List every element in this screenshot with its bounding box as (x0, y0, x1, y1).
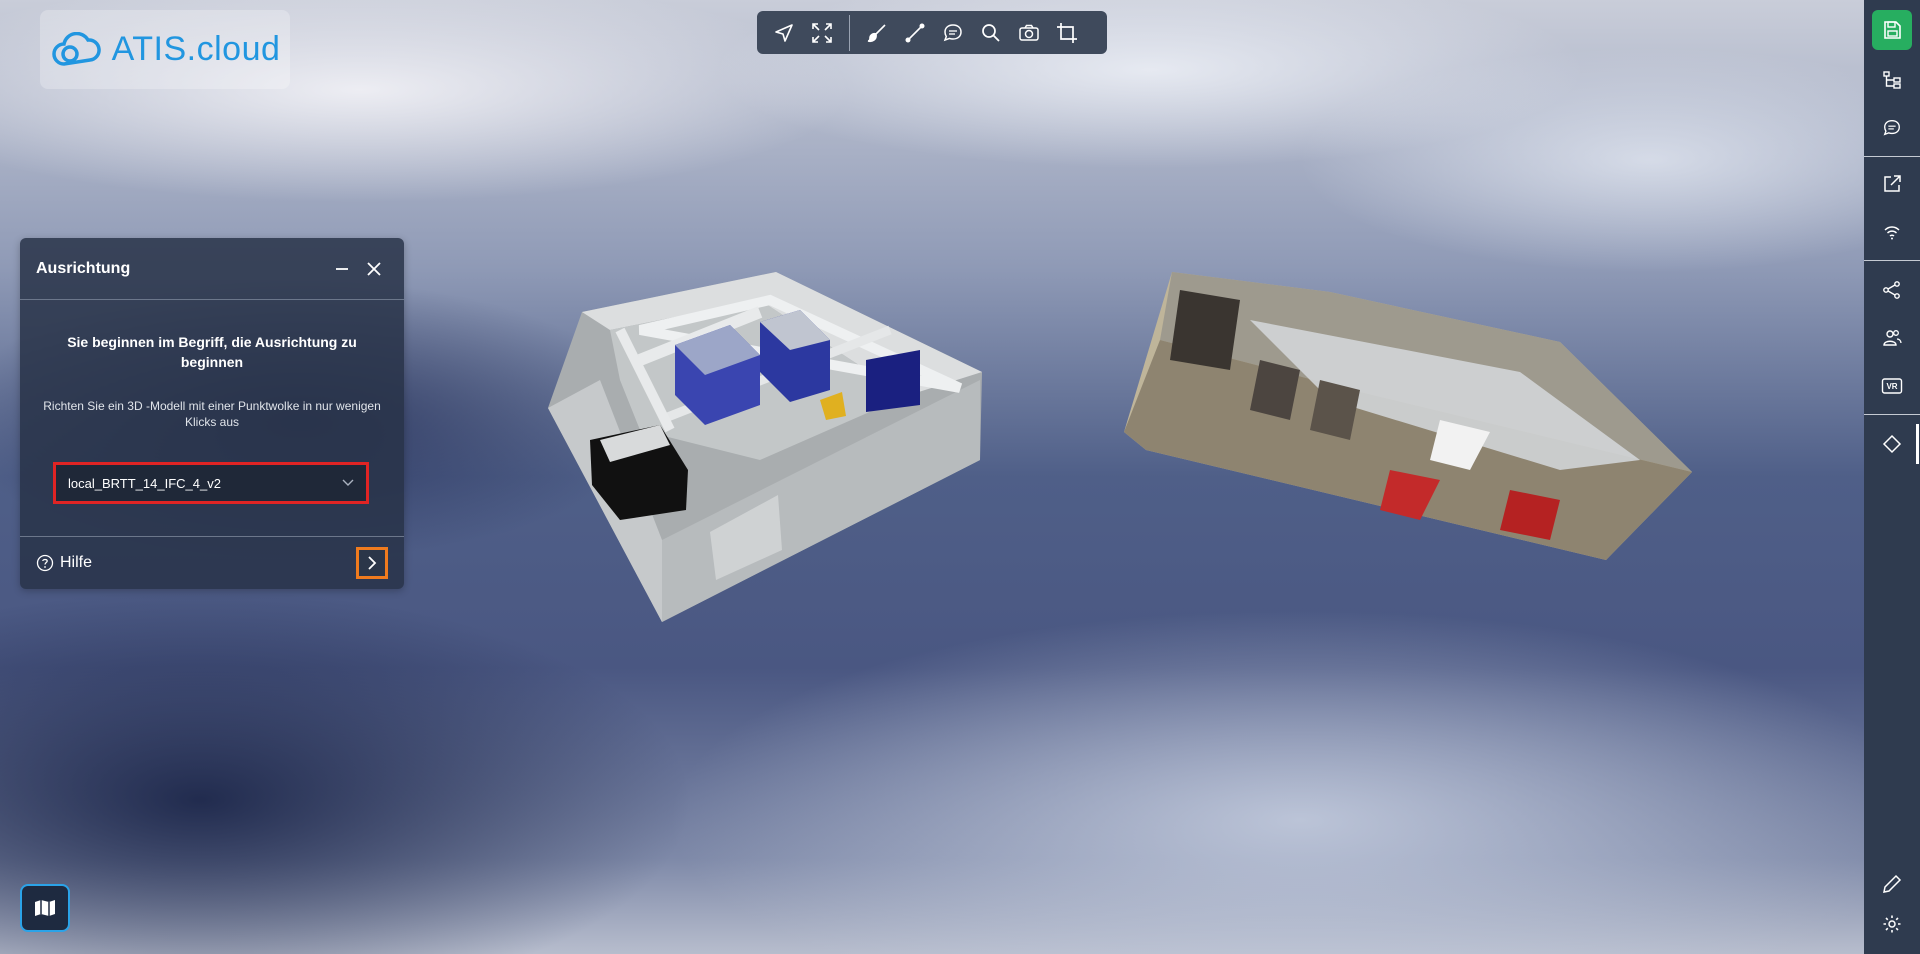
close-icon (367, 261, 381, 276)
alignment-panel: Ausrichtung Sie beginnen im Begriff, die… (20, 238, 404, 589)
map-button[interactable] (20, 884, 70, 932)
comments-button[interactable] (1872, 108, 1912, 148)
bim-model[interactable] (548, 272, 982, 622)
fullscreen-icon (812, 22, 832, 43)
top-toolbar (757, 11, 1107, 54)
edit-icon (1883, 874, 1902, 893)
toolbar-divider (849, 14, 850, 51)
panel-title: Ausrichtung (36, 259, 131, 277)
panel-heading: Sie beginnen im Begriff, die Ausrichtung… (67, 334, 357, 370)
logo-text: ATIS.cloud (111, 30, 281, 68)
save-icon (1884, 21, 1901, 39)
edit-button[interactable] (1872, 864, 1912, 904)
navigate-button[interactable] (767, 16, 801, 50)
external-link-icon (1884, 175, 1901, 192)
panel-description: Richten Sie ein 3D -Modell mit einer Pun… (43, 399, 381, 429)
users-button[interactable] (1872, 318, 1912, 358)
sidebar-divider (1864, 414, 1920, 415)
comment-button[interactable] (936, 16, 970, 50)
help-label: Hilfe (60, 554, 93, 571)
settings-button[interactable] (1872, 904, 1912, 944)
map-icon (35, 900, 55, 916)
panel-footer: Hilfe (20, 536, 404, 589)
brush-icon (867, 23, 886, 42)
close-button[interactable] (360, 255, 388, 283)
users-icon (1883, 330, 1902, 346)
point-cloud[interactable] (1124, 272, 1692, 560)
help-link[interactable]: Hilfe (36, 554, 356, 572)
search-icon (982, 23, 1000, 42)
camera-icon (1019, 24, 1039, 41)
search-button[interactable] (974, 16, 1008, 50)
chevron-right-icon (368, 556, 377, 570)
crop-icon (1057, 22, 1077, 43)
navigate-icon (775, 23, 793, 42)
fullscreen-button[interactable] (805, 16, 839, 50)
crop-button[interactable] (1050, 16, 1084, 50)
settings-icon (1883, 915, 1901, 933)
vr-button[interactable]: VR (1872, 366, 1912, 406)
model-tree-button[interactable] (1872, 60, 1912, 100)
panel-header: Ausrichtung (20, 238, 404, 300)
share-button[interactable] (1872, 270, 1912, 310)
wifi-button[interactable] (1872, 212, 1912, 252)
save-button[interactable] (1872, 10, 1912, 50)
wifi-icon (1884, 226, 1900, 240)
next-button[interactable] (356, 547, 388, 579)
external-link-button[interactable] (1872, 164, 1912, 204)
model-select[interactable]: local_BRTT_14_IFC_4_v2 (53, 462, 369, 504)
alignment-icon (1882, 434, 1902, 454)
camera-button[interactable] (1012, 16, 1046, 50)
cloud-logo-icon (51, 31, 101, 66)
minimize-button[interactable] (328, 255, 356, 283)
comments-icon (1883, 120, 1900, 136)
share-icon (1883, 281, 1900, 299)
sidebar-divider (1864, 260, 1920, 261)
sidebar-divider (1864, 156, 1920, 157)
vr-label: VR (1886, 381, 1898, 391)
help-icon (36, 554, 54, 572)
measure-icon (905, 23, 925, 42)
minimize-icon (336, 267, 348, 270)
alignment-button[interactable] (1872, 424, 1912, 464)
right-sidebar: VR (1864, 0, 1920, 954)
chevron-down-icon (342, 479, 354, 486)
comment-icon (943, 23, 962, 41)
measure-button[interactable] (898, 16, 932, 50)
brush-button[interactable] (860, 16, 894, 50)
active-indicator (1916, 424, 1919, 464)
model-select-value: local_BRTT_14_IFC_4_v2 (68, 475, 221, 491)
model-tree-icon (1883, 71, 1901, 89)
app-logo[interactable]: ATIS.cloud (40, 10, 290, 89)
